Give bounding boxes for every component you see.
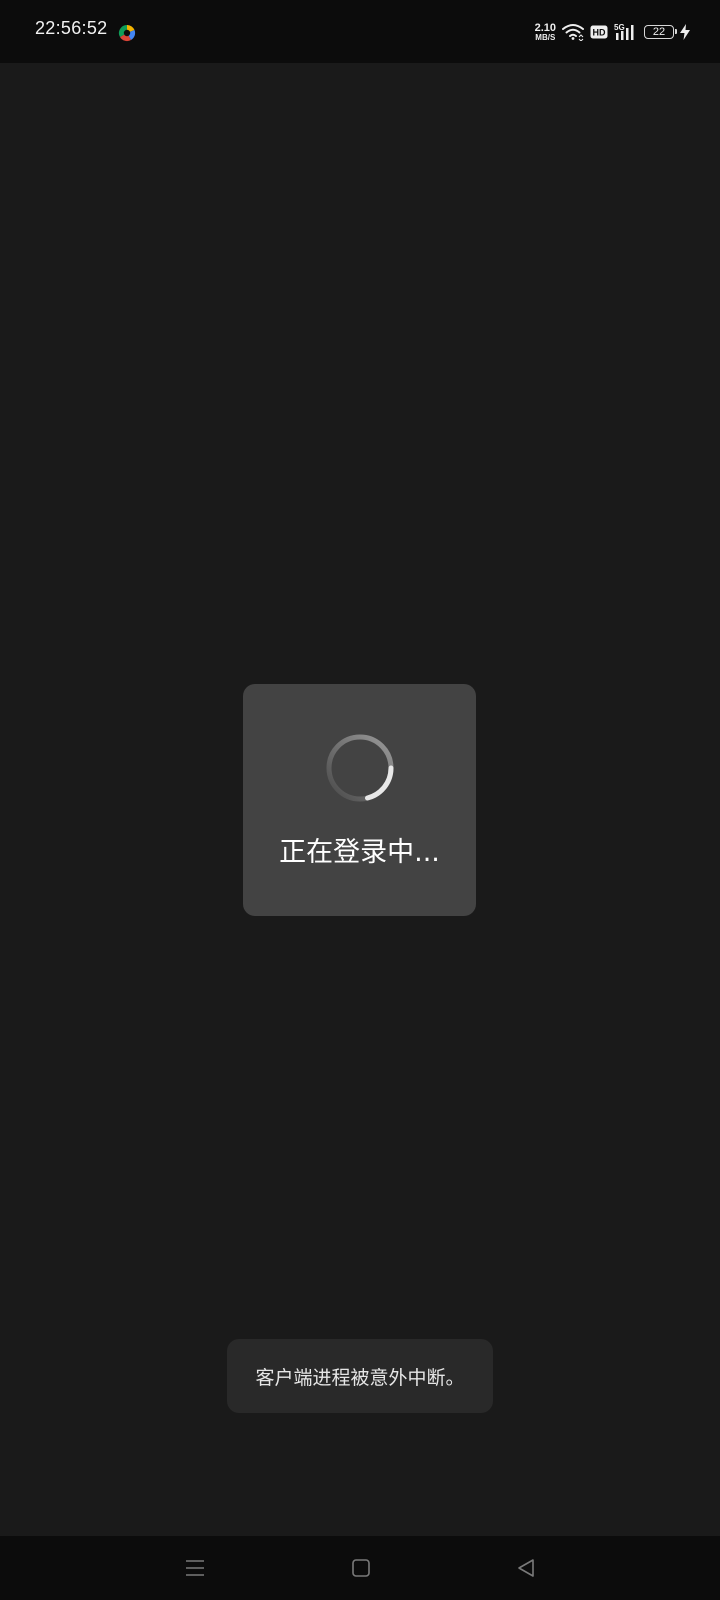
network-speed-unit: MB/S <box>535 32 556 42</box>
home-button[interactable] <box>343 1550 379 1586</box>
triangle-back-icon <box>518 1559 534 1577</box>
hd-icon: HD <box>590 25 608 39</box>
spinner-icon <box>326 734 394 802</box>
status-bar: 22:56:52 2.10 MB/S HD 5G 22 <box>0 0 720 63</box>
navigation-bar <box>0 1536 720 1600</box>
toast-text: 客户端进程被意外中断。 <box>255 1366 465 1389</box>
network-speed: 2.10 MB/S <box>534 21 556 42</box>
network-speed-value: 2.10 <box>534 21 556 34</box>
color-wheel-icon <box>118 24 136 42</box>
svg-text:5G: 5G <box>614 23 625 32</box>
recents-button[interactable] <box>177 1550 213 1586</box>
loading-text: 正在登录中... <box>279 837 440 868</box>
status-icons: 2.10 MB/S HD 5G 22 <box>535 20 690 44</box>
status-time: 22:56:52 <box>35 18 108 38</box>
wifi-icon <box>562 24 584 41</box>
svg-text:HD: HD <box>593 28 606 38</box>
loading-dialog: 正在登录中... <box>243 684 476 916</box>
signal-bars-icon: 5G <box>614 23 634 40</box>
square-icon <box>352 1559 370 1577</box>
menu-icon <box>186 1560 204 1576</box>
battery-indicator: 22 <box>644 25 677 39</box>
back-button[interactable] <box>508 1550 544 1586</box>
bolt-icon <box>680 24 690 40</box>
battery-level: 22 <box>652 26 666 38</box>
toast-message: 客户端进程被意外中断。 <box>227 1339 493 1413</box>
